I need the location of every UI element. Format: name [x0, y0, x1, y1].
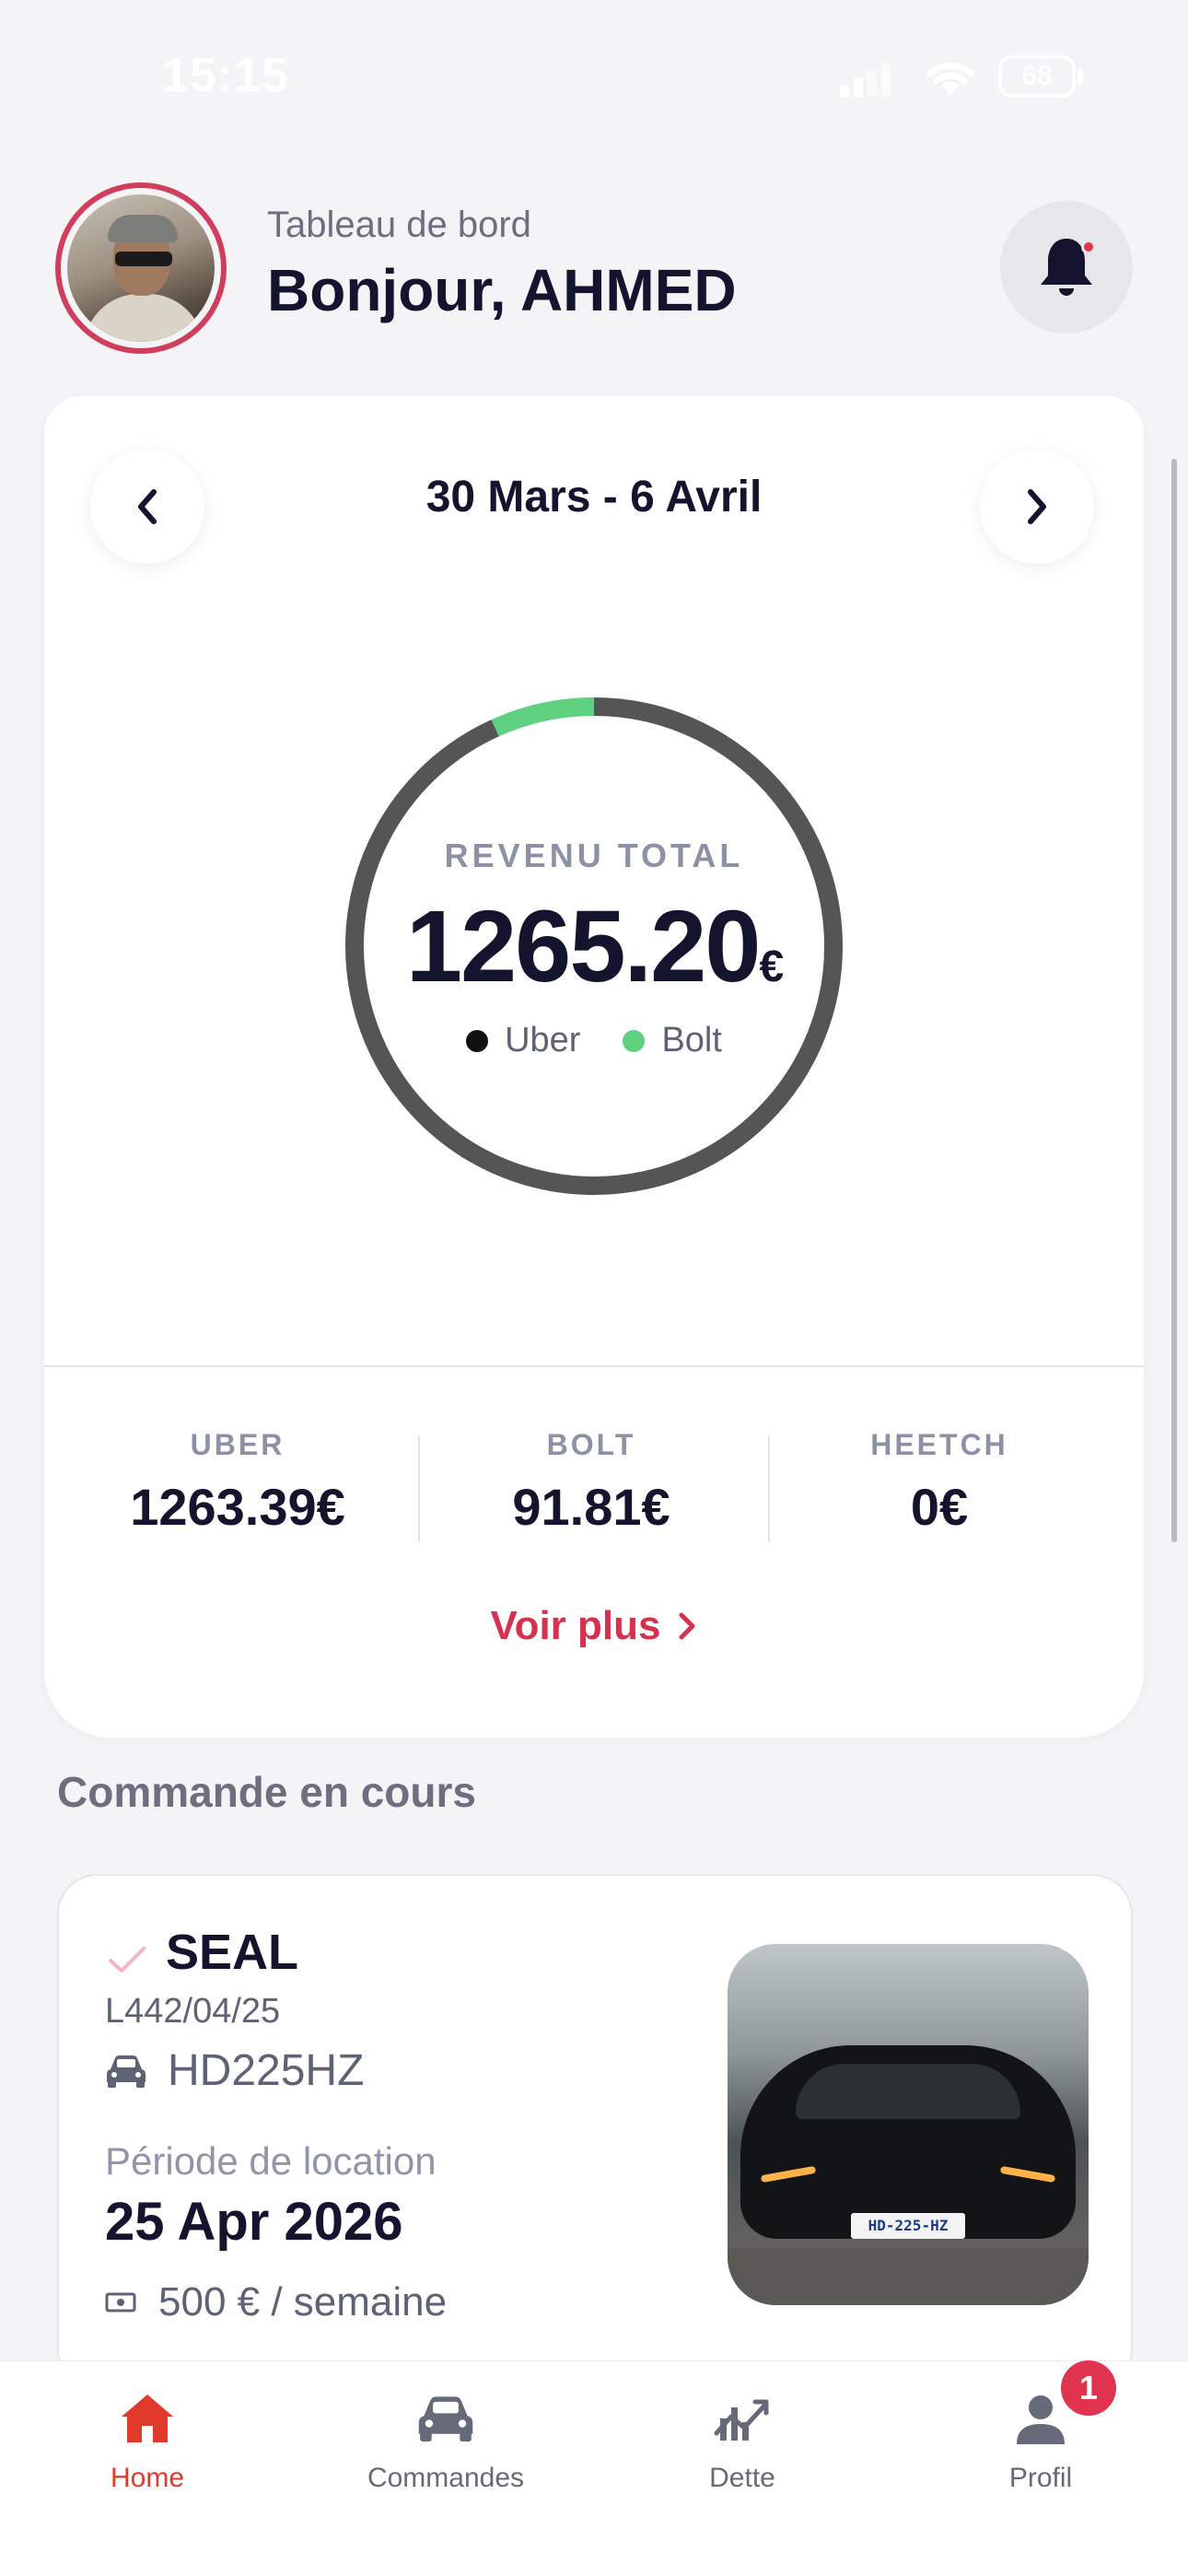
tab-profil[interactable]: Profil	[903, 2382, 1179, 2494]
legend-dot-uber	[466, 1029, 489, 1052]
order-plate-row: HD225HZ	[105, 2045, 364, 2096]
battery-level: 68	[1021, 61, 1053, 91]
notification-dot	[1081, 240, 1096, 254]
user-icon	[1017, 2395, 1065, 2444]
chart-legend: Uber Bolt	[341, 1021, 847, 1060]
platform-heetch: HEETCH 0€	[764, 1428, 1114, 1537]
cash-icon	[105, 2292, 136, 2313]
platform-label-heetch: HEETCH	[870, 1428, 1008, 1461]
card-divider	[44, 1365, 1144, 1367]
tab-home-label: Home	[110, 2463, 185, 2493]
chart-icon	[714, 2399, 769, 2441]
rental-period-label: Période de location	[105, 2139, 437, 2183]
platform-label-bolt: BOLT	[546, 1428, 636, 1461]
see-more-link[interactable]: Voir plus	[44, 1603, 1144, 1649]
next-week-button[interactable]	[980, 450, 1094, 564]
see-more-label: Voir plus	[490, 1603, 661, 1648]
platform-value-uber: 1263.39€	[130, 1478, 345, 1536]
tab-dette-label: Dette	[709, 2463, 775, 2493]
scrollbar[interactable]	[1171, 459, 1177, 1542]
avatar[interactable]	[55, 182, 227, 354]
platform-bolt: BOLT 91.81€	[416, 1428, 766, 1537]
car-icon	[107, 2055, 146, 2088]
signal-icon	[840, 61, 891, 98]
donut-caption: REVENU TOTAL	[444, 837, 744, 874]
tab-home[interactable]: Home	[9, 2382, 285, 2494]
profile-badge: 1	[1061, 2360, 1116, 2416]
platform-value-heetch: 0€	[910, 1478, 969, 1536]
notifications-button[interactable]	[1000, 201, 1133, 334]
legend-label-uber: Uber	[505, 1021, 581, 1060]
greeting-title: Bonjour, AHMED	[267, 257, 737, 323]
total-revenue-value: 1265.20	[405, 890, 762, 1003]
order-price-row: 500 € / semaine	[105, 2279, 447, 2325]
chevron-right-icon	[679, 1612, 695, 1640]
total-revenue-amount: 1265.20€	[341, 888, 847, 1005]
tab-dette[interactable]: Dette	[604, 2382, 880, 2494]
rental-date: 25 Apr 2026	[105, 2192, 403, 2252]
car-photo: HD-225-HZ	[728, 1944, 1089, 2305]
section-title: Commande en cours	[57, 1768, 476, 1816]
current-order-card[interactable]: SEAL L442/04/25 HD225HZ Période de locat…	[57, 1874, 1133, 2390]
car-photo-plate: HD-225-HZ	[851, 2213, 965, 2239]
currency-symbol: €	[759, 943, 784, 991]
chevron-right-icon	[1028, 489, 1046, 524]
header-subtitle: Tableau de bord	[267, 205, 531, 245]
order-reference: L442/04/25	[105, 1992, 281, 2031]
platform-value-bolt: 91.81€	[512, 1478, 670, 1536]
tab-profil-label: Profil	[1008, 2463, 1073, 2493]
legend-dot-bolt	[623, 1029, 646, 1052]
order-model: SEAL	[166, 1925, 299, 1980]
legend-item-bolt: Bolt	[623, 1021, 722, 1060]
bottom-tab-bar: Home Commandes Dette Profil	[0, 2360, 1188, 2576]
wifi-icon	[926, 62, 974, 96]
platform-label-uber: UBER	[190, 1428, 285, 1461]
order-price: 500 € / semaine	[158, 2279, 448, 2324]
period-label: 30 Mars - 6 Avril	[425, 473, 763, 521]
home-icon	[122, 2395, 173, 2442]
tab-commandes[interactable]: Commandes	[308, 2382, 584, 2494]
tab-commandes-label: Commandes	[367, 2463, 525, 2493]
order-plate: HD225HZ	[168, 2046, 365, 2095]
legend-item-uber: Uber	[466, 1021, 580, 1060]
battery-icon: 68	[998, 55, 1076, 98]
status-bar: 15:15 68	[0, 0, 1188, 147]
legend-label-bolt: Bolt	[661, 1021, 722, 1060]
platform-uber: UBER 1263.39€	[63, 1428, 413, 1537]
donut-center: REVENU TOTAL 1265.20€ Uber Bolt	[341, 693, 847, 1200]
battery-tip	[1077, 68, 1083, 85]
avatar-photo	[67, 194, 215, 342]
car-icon	[418, 2396, 473, 2442]
revenue-card: 30 Mars - 6 Avril REVENU TOTAL 1265.20€ …	[44, 396, 1144, 1738]
check-icon	[109, 1947, 146, 1973]
status-time: 15:15	[162, 49, 289, 102]
